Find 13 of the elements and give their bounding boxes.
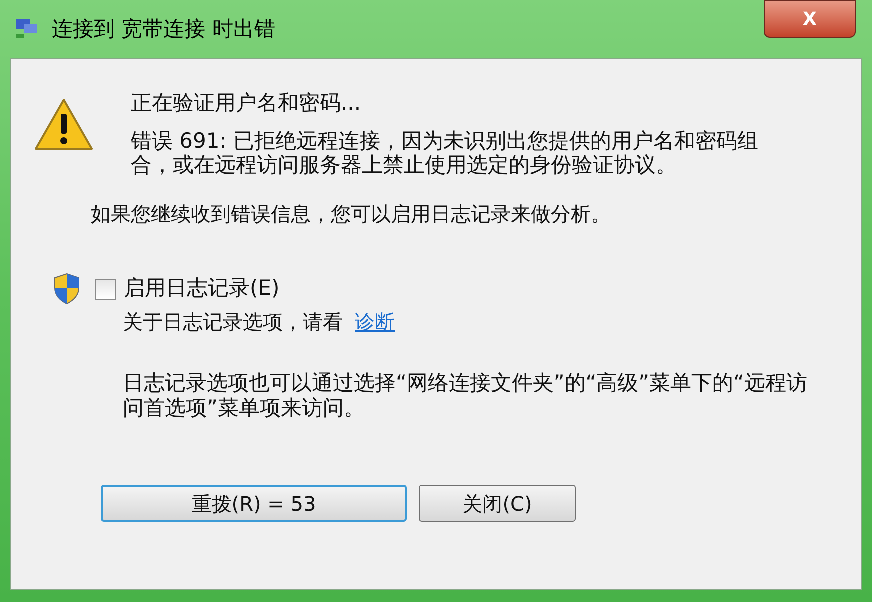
warning-icon bbox=[33, 97, 95, 153]
note-text: 日志记录选项也可以通过选择“网络连接文件夹”的“高级”菜单下的“远程访问首选项”菜单项来访问。 bbox=[123, 371, 808, 421]
see-text: 关于日志记录选项，请看 bbox=[123, 309, 343, 336]
dialog-button[interactable]: 关闭(C) bbox=[419, 485, 576, 522]
checkbox[interactable] bbox=[95, 278, 116, 300]
status-text: 正在验证用户名和密码... bbox=[131, 90, 362, 117]
checkbox-label[interactable]: 启用日志记录(E) bbox=[124, 273, 280, 305]
diagnostics-link[interactable]: 诊断 bbox=[355, 307, 395, 337]
dialog-button[interactable]: 重拨(R) = 53 bbox=[101, 485, 407, 522]
error-message: 错误 691: 已拒绝远程连接，因为未识别出您提供的用户名和密码组合，或在远程访问服务器上禁止使用选定的身份验证协议。 bbox=[131, 129, 760, 177]
shield-icon bbox=[53, 273, 81, 305]
window-title: 连接到 宽带连接 时出错 bbox=[52, 16, 276, 43]
hint-text: 如果您继续收到错误信息，您可以启用日志记录来做分析。 bbox=[91, 201, 612, 228]
